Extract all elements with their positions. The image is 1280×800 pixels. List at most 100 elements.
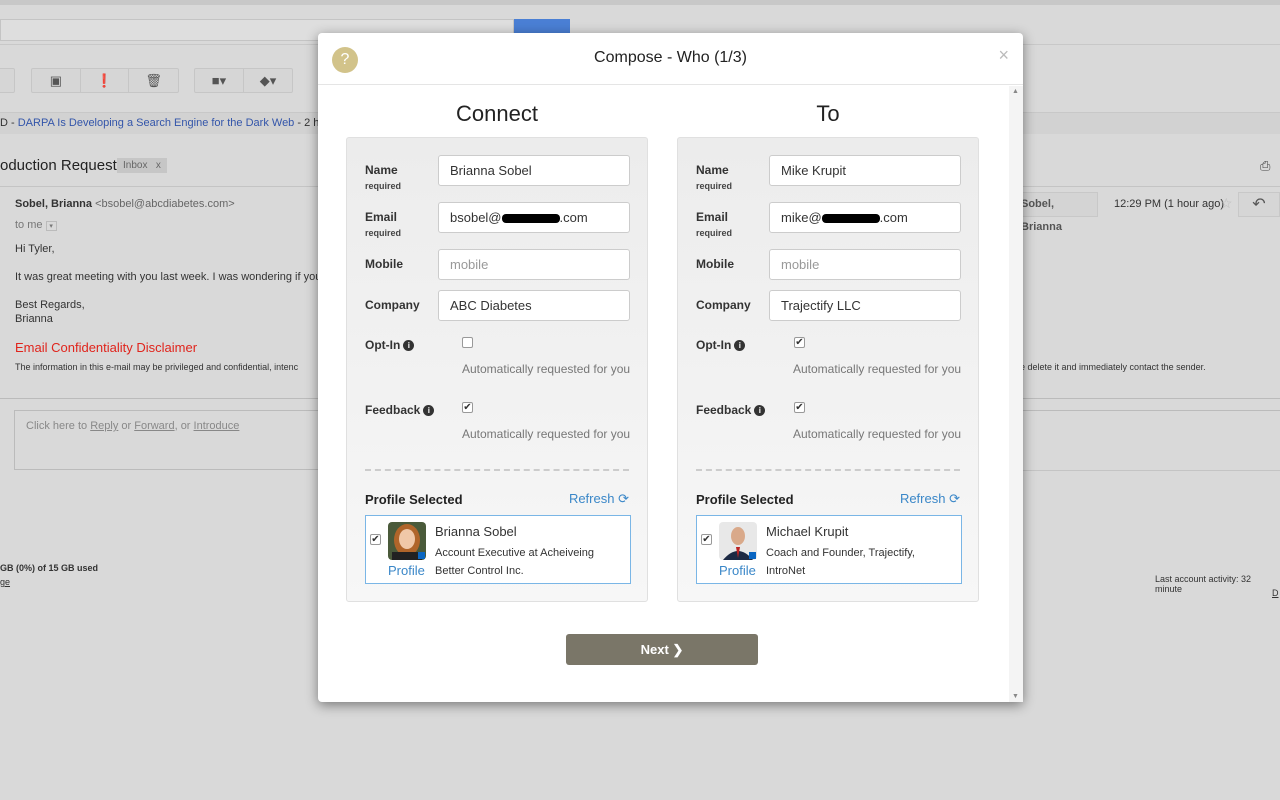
news-link[interactable]: DARPA Is Developing a Search Engine for …: [18, 117, 295, 129]
toolbar-button[interactable]: [0, 68, 15, 93]
label-remove[interactable]: x: [156, 160, 161, 171]
sender: Sobel, Brianna <bsobel@abcdiabetes.com>: [15, 198, 235, 210]
required-label: required: [696, 181, 733, 191]
company-input[interactable]: Trajectify LLC: [769, 290, 961, 321]
storage-usage: GB (0%) of 15 GB used: [0, 563, 99, 573]
required-label: required: [696, 228, 733, 238]
details-link[interactable]: D: [1272, 588, 1279, 598]
disclaimer-title: Email Confidentiality Disclaimer: [15, 340, 198, 355]
profile-card: ✔ Profile Brianna Sobel Account Executiv…: [365, 515, 631, 584]
optin-label: Opt-In i: [365, 338, 415, 352]
mobile-input[interactable]: mobile: [769, 249, 961, 280]
manage-storage-link[interactable]: ge: [0, 577, 10, 587]
next-label: Next: [640, 642, 669, 657]
star-icon[interactable]: ☆: [1220, 195, 1233, 212]
modal-title: Compose - Who (1/3): [594, 49, 747, 66]
tag-icon[interactable]: ◆▾: [244, 69, 292, 92]
email-input[interactable]: mike@ .com: [769, 202, 961, 233]
optin-checkbox[interactable]: [462, 337, 473, 348]
email-body: It was great meeting with you last week.…: [15, 271, 343, 283]
feedback-hint: Automatically requested for you: [462, 427, 631, 441]
reply-box[interactable]: Click here to Reply or Forward, or Intro…: [14, 410, 324, 470]
mobile-input[interactable]: mobile: [438, 249, 630, 280]
email-time: 12:29 PM (1 hour ago): [1114, 198, 1225, 210]
disclaimer-text-end: e delete it and immediately contact the …: [1020, 362, 1206, 372]
refresh-button[interactable]: Refresh ⟳: [569, 491, 629, 507]
company-input[interactable]: ABC Diabetes: [438, 290, 630, 321]
info-icon[interactable]: i: [754, 405, 766, 416]
news-ticker: D - DARPA Is Developing a Search Engine …: [0, 117, 341, 129]
email-greeting: Hi Tyler,: [15, 243, 55, 255]
scrollbar[interactable]: ▲ ▼: [1009, 86, 1023, 702]
chevron-right-icon: ❯: [672, 642, 684, 657]
forward-link[interactable]: Forward: [134, 420, 174, 432]
sender-name: Sobel, Brianna: [15, 198, 93, 210]
refresh-label: Refresh: [568, 491, 615, 506]
email-label: Email: [365, 210, 398, 224]
sender-chip[interactable]: Sobel, Brianna: [1018, 192, 1098, 233]
info-icon[interactable]: i: [734, 340, 746, 351]
email-input[interactable]: bsobel@ .com: [438, 202, 630, 233]
sender-email: <bsobel@abcdiabetes.com>: [95, 198, 235, 210]
email-signoff: Best Regards,: [15, 299, 85, 311]
optin-hint: Automatically requested for you: [462, 362, 631, 376]
name-input[interactable]: Brianna Sobel: [438, 155, 630, 186]
email-prefix: bsobel@: [450, 210, 502, 225]
name-label: Name: [696, 163, 729, 177]
profile-description: Coach and Founder, Trajectify, IntroNet: [766, 547, 915, 577]
reply-button[interactable]: ↶: [1238, 192, 1280, 217]
email-label: Email: [696, 210, 729, 224]
toolbar-group-actions: ▣ ❗ 🗑: [31, 68, 179, 93]
profile-selected-label: Profile Selected: [696, 492, 794, 507]
compose-modal: ? Compose - Who (1/3) × ▲ ▼ Connect Name …: [318, 33, 1023, 702]
profile-link[interactable]: Profile: [388, 563, 425, 578]
contact-panel-0: Name required Brianna Sobel Email requir…: [346, 137, 648, 602]
name-input[interactable]: Mike Krupit: [769, 155, 961, 186]
inbox-label[interactable]: Inbox x: [117, 158, 167, 173]
profile-checkbox[interactable]: ✔: [701, 534, 712, 545]
print-icon[interactable]: ⎙: [1260, 158, 1270, 174]
separator: , or: [174, 420, 194, 432]
archive-icon[interactable]: ▣: [32, 69, 81, 92]
feedback-text: Feedback: [365, 403, 421, 417]
reply-link[interactable]: Reply: [90, 420, 118, 432]
trash-icon[interactable]: 🗑: [129, 69, 178, 92]
refresh-button[interactable]: Refresh ⟳: [900, 491, 960, 507]
avatar: [719, 522, 757, 560]
profile-name: Michael Krupit: [766, 524, 849, 539]
to-me: to me: [15, 219, 43, 231]
feedback-checkbox[interactable]: ✔: [462, 402, 473, 413]
spam-icon[interactable]: ❗: [81, 69, 130, 92]
profile-description: Account Executive at Acheiveing Better C…: [435, 547, 594, 577]
folder-icon[interactable]: ■▾: [195, 69, 244, 92]
required-label: required: [365, 228, 402, 238]
next-button[interactable]: Next ❯: [566, 634, 758, 665]
email-prefix: mike@: [781, 210, 822, 225]
email-subject: oduction Request: [0, 157, 117, 174]
profile-link[interactable]: Profile: [719, 563, 756, 578]
profile-checkbox[interactable]: ✔: [370, 534, 381, 545]
optin-label: Opt-In i: [696, 338, 746, 352]
close-icon[interactable]: ×: [998, 45, 1009, 66]
profile-selected-label: Profile Selected: [365, 492, 463, 507]
info-icon[interactable]: i: [423, 405, 435, 416]
reply-prompt: Click here to: [26, 420, 91, 432]
details-dropdown-icon[interactable]: ▾: [45, 221, 57, 231]
optin-hint: Automatically requested for you: [793, 362, 962, 376]
refresh-icon: ⟳: [949, 491, 960, 506]
refresh-icon: ⟳: [618, 491, 629, 506]
profile-name: Brianna Sobel: [435, 524, 517, 539]
feedback-checkbox[interactable]: ✔: [794, 402, 805, 413]
refresh-label: Refresh: [899, 491, 946, 506]
feedback-label: Feedback i: [365, 403, 435, 417]
feedback-text: Feedback: [696, 403, 752, 417]
redaction-bar: [821, 214, 880, 224]
introduce-link[interactable]: Introduce: [194, 420, 240, 432]
disclaimer-text: The information in this e-mail may be pr…: [15, 362, 299, 372]
info-icon[interactable]: i: [403, 340, 415, 351]
last-activity: Last account activity: 32 minute: [1155, 574, 1252, 594]
optin-checkbox[interactable]: ✔: [794, 337, 805, 348]
label-text: Inbox: [123, 160, 148, 171]
news-source: D -: [0, 117, 18, 129]
company-label: Company: [365, 298, 420, 312]
